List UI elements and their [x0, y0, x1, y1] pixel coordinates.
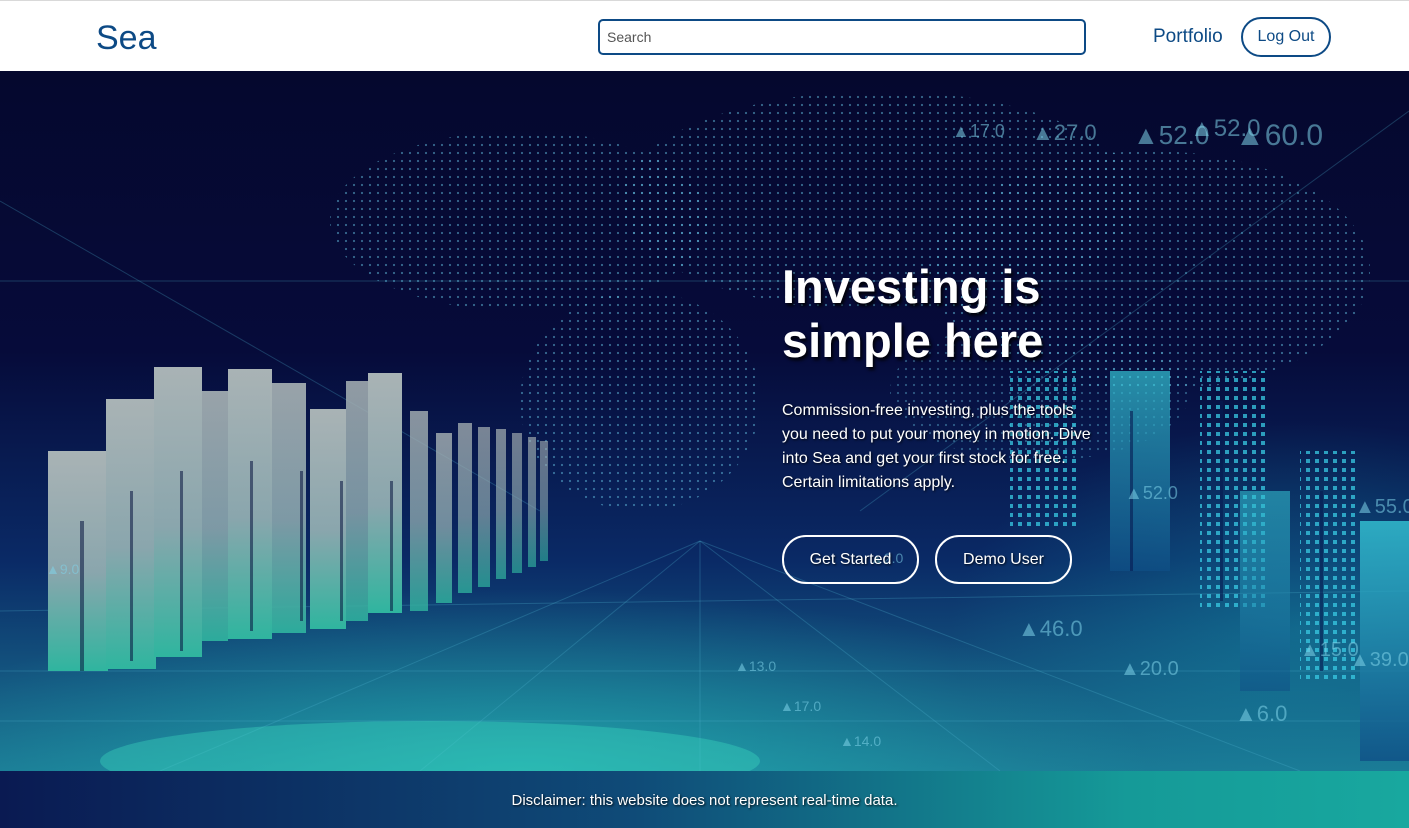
- demo-user-button[interactable]: Demo User: [935, 535, 1072, 584]
- hero-title: Investing is simple here: [782, 260, 1044, 367]
- disclaimer-text: Disclaimer: this website does not repres…: [511, 792, 898, 809]
- background-ticker-label: ▲46.0: [1018, 616, 1083, 641]
- log-out-button[interactable]: Log Out: [1241, 17, 1331, 57]
- top-navbar: Sea Portfolio Log Out: [0, 0, 1409, 71]
- background-ticker-label: ▲60.0: [1235, 119, 1323, 152]
- hero-section: ▲52.0 ▲17.0 ▲27.0 ▲52.0 ▲60.0 ▲9.0 ▲2.0 ▲52.0 ▲5…: [0, 71, 1409, 771]
- portfolio-link[interactable]: Portfolio: [1153, 26, 1223, 48]
- background-ticker-label: ▲17.0: [952, 121, 1005, 141]
- background-ticker-label: ▲14.0: [840, 733, 881, 749]
- background-ticker-label: ▲6.0: [1235, 701, 1287, 726]
- background-ticker-label: ▲52.0: [1133, 120, 1209, 150]
- get-started-button[interactable]: Get Started: [782, 535, 919, 584]
- logo-sea[interactable]: Sea: [96, 18, 157, 58]
- background-ticker-label: ▲55.0: [1355, 496, 1409, 518]
- background-ticker-label: ▲17.0: [780, 698, 821, 714]
- stock-market-background-image: ▲52.0▲17.0 ▲27.0 ▲52.0 ▲60.0▲9.0▲2.0▲52.0▲5…: [0, 91, 1409, 771]
- floor-glow: [100, 721, 760, 771]
- left-bar-chart-graphic: [48, 367, 548, 671]
- background-ticker-label: ▲20.0: [1120, 658, 1179, 680]
- background-ticker-label: ▲52.0: [1125, 483, 1178, 503]
- footer-bar: Disclaimer: this website does not repres…: [0, 771, 1409, 828]
- search-input[interactable]: [598, 19, 1086, 55]
- background-ticker-label: ▲39.0: [1350, 649, 1409, 671]
- background-ticker-label: ▲9.0: [46, 561, 80, 577]
- hero-description: Commission-free investing, plus the tool…: [782, 402, 1091, 491]
- background-ticker-label: ▲13.0: [735, 658, 776, 674]
- background-ticker-label: ▲27.0: [1032, 120, 1097, 145]
